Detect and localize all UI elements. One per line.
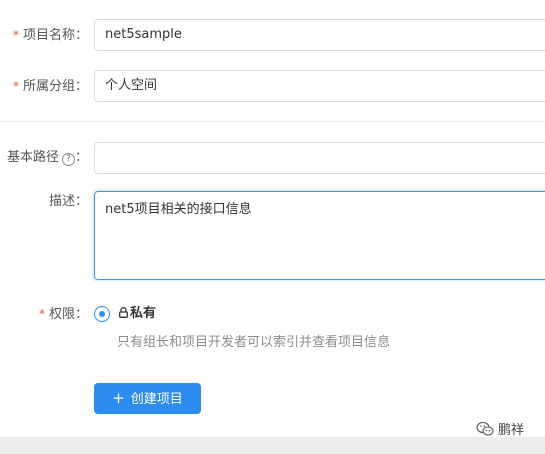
private-option-label: 私有	[130, 306, 157, 321]
base-path-label: 基本路径?：	[6, 150, 88, 166]
required-mark: *	[12, 28, 19, 42]
group-label: * 所属分组：	[12, 79, 88, 94]
private-option[interactable]: 私有	[119, 305, 156, 324]
footer-band	[0, 437, 545, 454]
base-path-input[interactable]	[94, 142, 545, 174]
group-select[interactable]: 个人空间	[94, 70, 545, 102]
project-name-input[interactable]: net5sample	[94, 19, 545, 51]
description-textarea[interactable]: net5项目相关的接口信息	[94, 191, 545, 280]
plus-icon: +	[112, 389, 125, 407]
section-divider	[0, 121, 545, 122]
lock-icon	[119, 306, 128, 324]
required-mark: *	[38, 307, 45, 321]
create-project-button[interactable]: + 创建项目	[94, 383, 201, 414]
watermark-text: 鹏祥	[498, 423, 525, 438]
permission-description: 只有组长和项目开发者可以索引并查看项目信息	[117, 335, 391, 350]
help-icon[interactable]: ?	[61, 153, 75, 166]
create-project-label: 创建项目	[130, 392, 183, 407]
private-radio[interactable]	[94, 306, 110, 322]
description-label: 描述：	[48, 194, 88, 209]
required-mark: *	[12, 79, 19, 93]
wechat-icon	[476, 421, 494, 443]
project-name-label: * 项目名称：	[12, 28, 88, 43]
watermark: 鹏祥	[476, 421, 524, 443]
permission-label: * 权限：	[38, 307, 88, 322]
